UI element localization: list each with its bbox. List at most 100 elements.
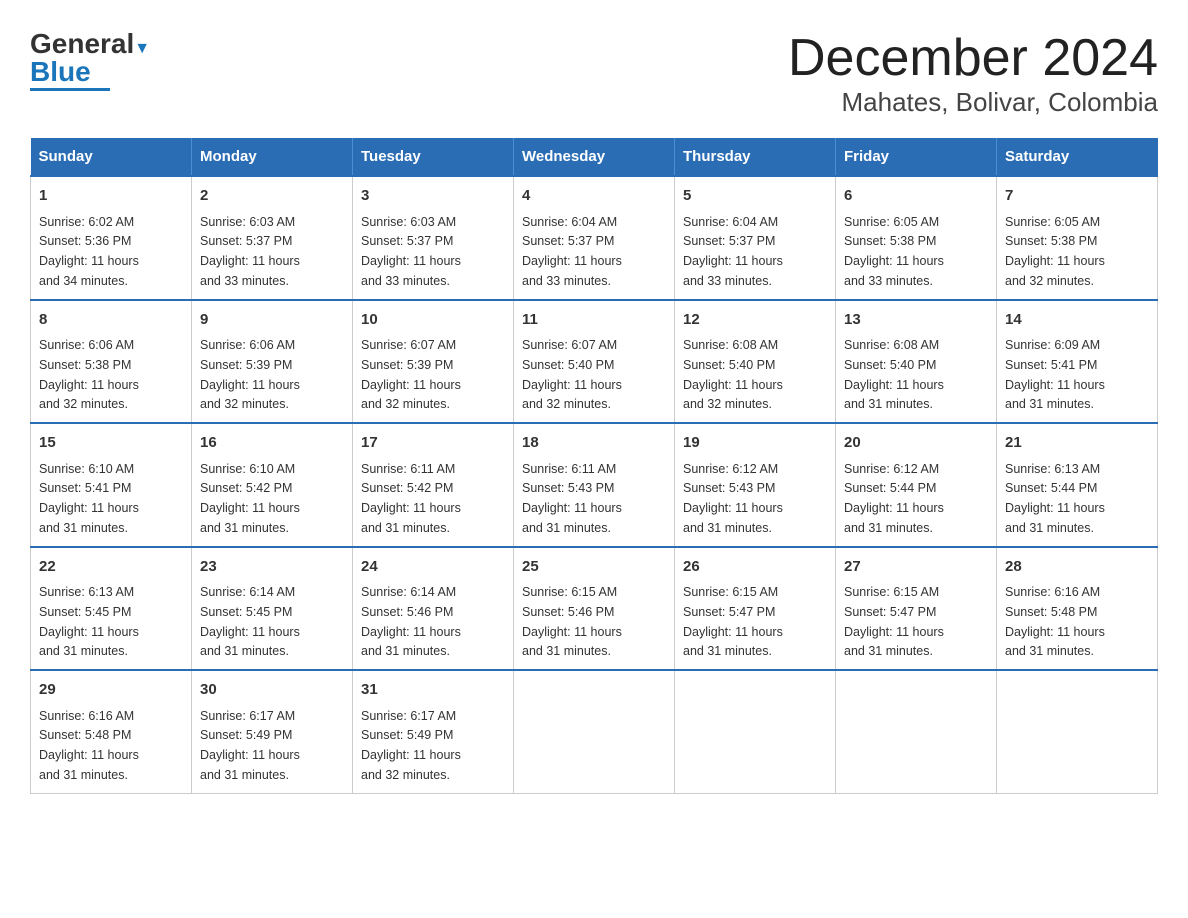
calendar-subtitle: Mahates, Bolivar, Colombia bbox=[788, 87, 1158, 118]
day-info: Sunrise: 6:05 AMSunset: 5:38 PMDaylight:… bbox=[1005, 215, 1105, 288]
calendar-cell: 20 Sunrise: 6:12 AMSunset: 5:44 PMDayligh… bbox=[836, 423, 997, 547]
calendar-cell: 22Sunrise: 6:13 AMSunset: 5:45 PMDayligh… bbox=[31, 547, 192, 671]
calendar-cell bbox=[675, 670, 836, 793]
calendar-cell: 3 Sunrise: 6:03 AMSunset: 5:37 PMDaylight… bbox=[353, 176, 514, 300]
calendar-cell: 12 Sunrise: 6:08 AMSunset: 5:40 PMDayligh… bbox=[675, 300, 836, 424]
calendar-cell: 14 Sunrise: 6:09 AMSunset: 5:41 PMDayligh… bbox=[997, 300, 1158, 424]
day-info: Sunrise: 6:03 AMSunset: 5:37 PMDaylight:… bbox=[361, 215, 461, 288]
day-number: 13 bbox=[844, 309, 988, 332]
calendar-week-5: 29 Sunrise: 6:16 AMSunset: 5:48 PMDayligh… bbox=[31, 670, 1158, 793]
day-number: 6 bbox=[844, 185, 988, 208]
day-info: Sunrise: 6:07 AMSunset: 5:40 PMDaylight:… bbox=[522, 338, 622, 411]
calendar-cell: 24 Sunrise: 6:14 AMSunset: 5:46 PMDayligh… bbox=[353, 547, 514, 671]
day-number: 14 bbox=[1005, 309, 1149, 332]
day-number: 18 bbox=[522, 432, 666, 455]
day-info: Sunrise: 6:10 AMSunset: 5:42 PMDaylight:… bbox=[200, 462, 300, 535]
day-info: Sunrise: 6:14 AMSunset: 5:46 PMDaylight:… bbox=[361, 585, 461, 658]
header-wednesday: Wednesday bbox=[514, 138, 675, 176]
day-info: Sunrise: 6:06 AMSunset: 5:39 PMDaylight:… bbox=[200, 338, 300, 411]
day-number: 16 bbox=[200, 432, 344, 455]
day-number: 7 bbox=[1005, 185, 1149, 208]
header-monday: Monday bbox=[192, 138, 353, 176]
calendar-cell: 31Sunrise: 6:17 AMSunset: 5:49 PMDayligh… bbox=[353, 670, 514, 793]
day-number: 12 bbox=[683, 309, 827, 332]
day-number: 21 bbox=[1005, 432, 1149, 455]
calendar-cell: 1 Sunrise: 6:02 AMSunset: 5:36 PMDaylight… bbox=[31, 176, 192, 300]
day-info: Sunrise: 6:15 AMSunset: 5:47 PMDaylight:… bbox=[844, 585, 944, 658]
day-info: Sunrise: 6:04 AMSunset: 5:37 PMDaylight:… bbox=[522, 215, 622, 288]
calendar-cell: 15 Sunrise: 6:10 AMSunset: 5:41 PMDayligh… bbox=[31, 423, 192, 547]
logo-blue: Blue bbox=[30, 56, 91, 87]
day-number: 4 bbox=[522, 185, 666, 208]
calendar-cell bbox=[997, 670, 1158, 793]
day-info: Sunrise: 6:11 AMSunset: 5:42 PMDaylight:… bbox=[361, 462, 461, 535]
day-info: Sunrise: 6:10 AMSunset: 5:41 PMDaylight:… bbox=[39, 462, 139, 535]
day-info: Sunrise: 6:12 AMSunset: 5:44 PMDaylight:… bbox=[844, 462, 944, 535]
calendar-cell: 8Sunrise: 6:06 AMSunset: 5:38 PMDaylight… bbox=[31, 300, 192, 424]
header-tuesday: Tuesday bbox=[353, 138, 514, 176]
calendar-cell: 27 Sunrise: 6:15 AMSunset: 5:47 PMDayligh… bbox=[836, 547, 997, 671]
day-number: 23 bbox=[200, 556, 344, 579]
calendar-week-2: 8Sunrise: 6:06 AMSunset: 5:38 PMDaylight… bbox=[31, 300, 1158, 424]
day-number: 28 bbox=[1005, 556, 1149, 579]
day-info: Sunrise: 6:02 AMSunset: 5:36 PMDaylight:… bbox=[39, 215, 139, 288]
header-sunday: Sunday bbox=[31, 138, 192, 176]
day-info: Sunrise: 6:13 AMSunset: 5:44 PMDaylight:… bbox=[1005, 462, 1105, 535]
day-number: 25 bbox=[522, 556, 666, 579]
day-number: 3 bbox=[361, 185, 505, 208]
day-info: Sunrise: 6:06 AMSunset: 5:38 PMDaylight:… bbox=[39, 338, 139, 411]
day-number: 1 bbox=[39, 185, 183, 208]
header-friday: Friday bbox=[836, 138, 997, 176]
day-info: Sunrise: 6:09 AMSunset: 5:41 PMDaylight:… bbox=[1005, 338, 1105, 411]
title-block: December 2024 Mahates, Bolivar, Colombia bbox=[788, 30, 1158, 118]
day-number: 11 bbox=[522, 309, 666, 332]
calendar-cell: 25 Sunrise: 6:15 AMSunset: 5:46 PMDayligh… bbox=[514, 547, 675, 671]
header-saturday: Saturday bbox=[997, 138, 1158, 176]
calendar-cell: 18Sunrise: 6:11 AMSunset: 5:43 PMDayligh… bbox=[514, 423, 675, 547]
calendar-cell: 5 Sunrise: 6:04 AMSunset: 5:37 PMDaylight… bbox=[675, 176, 836, 300]
day-number: 27 bbox=[844, 556, 988, 579]
day-info: Sunrise: 6:08 AMSunset: 5:40 PMDaylight:… bbox=[844, 338, 944, 411]
calendar-cell: 21 Sunrise: 6:13 AMSunset: 5:44 PMDayligh… bbox=[997, 423, 1158, 547]
day-info: Sunrise: 6:14 AMSunset: 5:45 PMDaylight:… bbox=[200, 585, 300, 658]
day-info: Sunrise: 6:15 AMSunset: 5:46 PMDaylight:… bbox=[522, 585, 622, 658]
day-number: 29 bbox=[39, 679, 183, 702]
day-number: 19 bbox=[683, 432, 827, 455]
calendar-cell: 29 Sunrise: 6:16 AMSunset: 5:48 PMDayligh… bbox=[31, 670, 192, 793]
calendar-cell bbox=[836, 670, 997, 793]
header-thursday: Thursday bbox=[675, 138, 836, 176]
calendar-week-3: 15 Sunrise: 6:10 AMSunset: 5:41 PMDayligh… bbox=[31, 423, 1158, 547]
calendar-cell: 13 Sunrise: 6:08 AMSunset: 5:40 PMDayligh… bbox=[836, 300, 997, 424]
calendar-cell: 9Sunrise: 6:06 AMSunset: 5:39 PMDaylight… bbox=[192, 300, 353, 424]
day-info: Sunrise: 6:04 AMSunset: 5:37 PMDaylight:… bbox=[683, 215, 783, 288]
day-number: 26 bbox=[683, 556, 827, 579]
day-number: 5 bbox=[683, 185, 827, 208]
day-info: Sunrise: 6:12 AMSunset: 5:43 PMDaylight:… bbox=[683, 462, 783, 535]
day-info: Sunrise: 6:15 AMSunset: 5:47 PMDaylight:… bbox=[683, 585, 783, 658]
day-info: Sunrise: 6:05 AMSunset: 5:38 PMDaylight:… bbox=[844, 215, 944, 288]
day-number: 30 bbox=[200, 679, 344, 702]
day-number: 31 bbox=[361, 679, 505, 702]
calendar-cell: 10Sunrise: 6:07 AMSunset: 5:39 PMDayligh… bbox=[353, 300, 514, 424]
calendar-cell: 23 Sunrise: 6:14 AMSunset: 5:45 PMDayligh… bbox=[192, 547, 353, 671]
day-number: 24 bbox=[361, 556, 505, 579]
day-number: 2 bbox=[200, 185, 344, 208]
calendar-header-row: SundayMondayTuesdayWednesdayThursdayFrid… bbox=[31, 138, 1158, 176]
day-number: 10 bbox=[361, 309, 505, 332]
day-info: Sunrise: 6:08 AMSunset: 5:40 PMDaylight:… bbox=[683, 338, 783, 411]
calendar-cell: 6 Sunrise: 6:05 AMSunset: 5:38 PMDaylight… bbox=[836, 176, 997, 300]
calendar-cell: 28Sunrise: 6:16 AMSunset: 5:48 PMDayligh… bbox=[997, 547, 1158, 671]
day-number: 15 bbox=[39, 432, 183, 455]
calendar-week-4: 22Sunrise: 6:13 AMSunset: 5:45 PMDayligh… bbox=[31, 547, 1158, 671]
day-number: 20 bbox=[844, 432, 988, 455]
day-info: Sunrise: 6:03 AMSunset: 5:37 PMDaylight:… bbox=[200, 215, 300, 288]
day-info: Sunrise: 6:17 AMSunset: 5:49 PMDaylight:… bbox=[200, 709, 300, 782]
logo: General▼ Blue bbox=[30, 30, 150, 91]
calendar-cell: 19 Sunrise: 6:12 AMSunset: 5:43 PMDayligh… bbox=[675, 423, 836, 547]
day-info: Sunrise: 6:16 AMSunset: 5:48 PMDaylight:… bbox=[39, 709, 139, 782]
day-number: 22 bbox=[39, 556, 183, 579]
calendar-cell: 26 Sunrise: 6:15 AMSunset: 5:47 PMDayligh… bbox=[675, 547, 836, 671]
calendar-cell: 17Sunrise: 6:11 AMSunset: 5:42 PMDayligh… bbox=[353, 423, 514, 547]
logo-underline bbox=[30, 88, 110, 91]
calendar-cell: 16 Sunrise: 6:10 AMSunset: 5:42 PMDayligh… bbox=[192, 423, 353, 547]
